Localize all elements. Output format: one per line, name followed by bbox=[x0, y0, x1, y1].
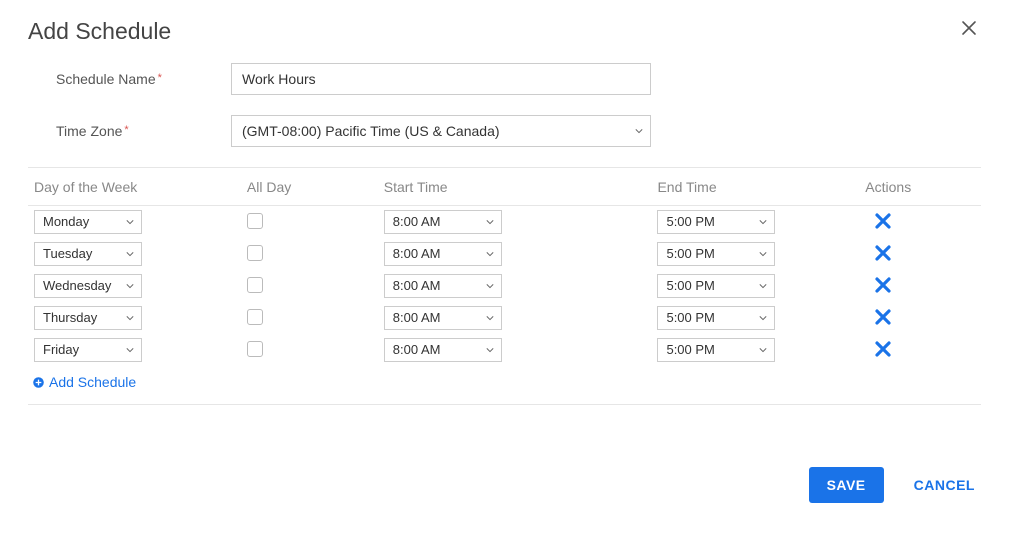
day-select[interactable]: Thursday bbox=[34, 306, 142, 330]
day-select[interactable]: Monday bbox=[34, 210, 142, 234]
day-select[interactable]: Friday bbox=[34, 338, 142, 362]
start-time-select[interactable]: 8:00 AM bbox=[384, 338, 502, 362]
table-row: Monday 8:00 AM 5:00 PM bbox=[28, 206, 981, 239]
time-zone-label-text: Time Zone bbox=[56, 123, 122, 139]
time-zone-label: Time Zone* bbox=[56, 123, 231, 139]
schedule-name-label-text: Schedule Name bbox=[56, 71, 156, 87]
end-time-value: 5:00 PM bbox=[666, 307, 714, 329]
all-day-checkbox[interactable] bbox=[247, 277, 263, 293]
end-time-value: 5:00 PM bbox=[666, 339, 714, 361]
all-day-checkbox[interactable] bbox=[247, 341, 263, 357]
time-zone-value: (GMT-08:00) Pacific Time (US & Canada) bbox=[242, 121, 500, 141]
end-time-value: 5:00 PM bbox=[666, 243, 714, 265]
day-value: Wednesday bbox=[43, 275, 111, 297]
delete-row-icon[interactable] bbox=[875, 245, 891, 261]
header-start-time: Start Time bbox=[378, 168, 652, 206]
start-time-value: 8:00 AM bbox=[393, 339, 441, 361]
delete-row-icon[interactable] bbox=[875, 213, 891, 229]
dialog-title: Add Schedule bbox=[28, 18, 171, 45]
dialog-header: Add Schedule bbox=[28, 16, 981, 63]
day-value: Monday bbox=[43, 211, 89, 233]
delete-row-icon[interactable] bbox=[875, 309, 891, 325]
table-row: Thursday 8:00 AM 5:00 PM bbox=[28, 302, 981, 334]
day-value: Friday bbox=[43, 339, 79, 361]
close-icon[interactable] bbox=[957, 16, 981, 42]
divider bbox=[28, 404, 981, 405]
schedule-name-row: Schedule Name* bbox=[56, 63, 981, 95]
table-row: Wednesday 8:00 AM 5:00 PM bbox=[28, 270, 981, 302]
end-time-value: 5:00 PM bbox=[666, 211, 714, 233]
required-star-icon: * bbox=[158, 72, 162, 84]
start-time-value: 8:00 AM bbox=[393, 307, 441, 329]
delete-row-icon[interactable] bbox=[875, 277, 891, 293]
all-day-checkbox[interactable] bbox=[247, 213, 263, 229]
all-day-checkbox[interactable] bbox=[247, 245, 263, 261]
table-row: Tuesday 8:00 AM 5:00 PM bbox=[28, 238, 981, 270]
day-value: Thursday bbox=[43, 307, 97, 329]
end-time-select[interactable]: 5:00 PM bbox=[657, 242, 775, 266]
end-time-select[interactable]: 5:00 PM bbox=[657, 210, 775, 234]
schedule-name-input[interactable] bbox=[231, 63, 651, 95]
start-time-select[interactable]: 8:00 AM bbox=[384, 242, 502, 266]
end-time-value: 5:00 PM bbox=[666, 275, 714, 297]
schedule-name-label: Schedule Name* bbox=[56, 71, 231, 87]
day-value: Tuesday bbox=[43, 243, 92, 265]
start-time-select[interactable]: 8:00 AM bbox=[384, 306, 502, 330]
schedule-table: Day of the Week All Day Start Time End T… bbox=[28, 168, 981, 366]
end-time-select[interactable]: 5:00 PM bbox=[657, 274, 775, 298]
time-zone-row: Time Zone* (GMT-08:00) Pacific Time (US … bbox=[56, 115, 981, 147]
table-row: Friday 8:00 AM 5:00 PM bbox=[28, 334, 981, 366]
day-select[interactable]: Wednesday bbox=[34, 274, 142, 298]
all-day-checkbox[interactable] bbox=[247, 309, 263, 325]
start-time-select[interactable]: 8:00 AM bbox=[384, 274, 502, 298]
start-time-select[interactable]: 8:00 AM bbox=[384, 210, 502, 234]
cancel-button[interactable]: CANCEL bbox=[908, 476, 981, 494]
header-day: Day of the Week bbox=[28, 168, 241, 206]
end-time-select[interactable]: 5:00 PM bbox=[657, 306, 775, 330]
time-zone-select[interactable]: (GMT-08:00) Pacific Time (US & Canada) bbox=[231, 115, 651, 147]
add-schedule-link[interactable]: Add Schedule bbox=[28, 366, 140, 394]
add-schedule-dialog: Add Schedule Schedule Name* Time Zone* (… bbox=[0, 0, 1009, 531]
add-schedule-link-text: Add Schedule bbox=[49, 374, 136, 390]
start-time-value: 8:00 AM bbox=[393, 211, 441, 233]
start-time-value: 8:00 AM bbox=[393, 243, 441, 265]
header-all-day: All Day bbox=[241, 168, 378, 206]
plus-circle-icon bbox=[32, 376, 45, 389]
start-time-value: 8:00 AM bbox=[393, 275, 441, 297]
day-select[interactable]: Tuesday bbox=[34, 242, 142, 266]
save-button[interactable]: SAVE bbox=[809, 467, 884, 503]
required-star-icon: * bbox=[124, 124, 128, 136]
end-time-select[interactable]: 5:00 PM bbox=[657, 338, 775, 362]
header-end-time: End Time bbox=[651, 168, 859, 206]
form-area: Schedule Name* Time Zone* (GMT-08:00) Pa… bbox=[28, 63, 981, 147]
dialog-footer: SAVE CANCEL bbox=[28, 467, 981, 503]
delete-row-icon[interactable] bbox=[875, 341, 891, 357]
header-actions: Actions bbox=[859, 168, 981, 206]
